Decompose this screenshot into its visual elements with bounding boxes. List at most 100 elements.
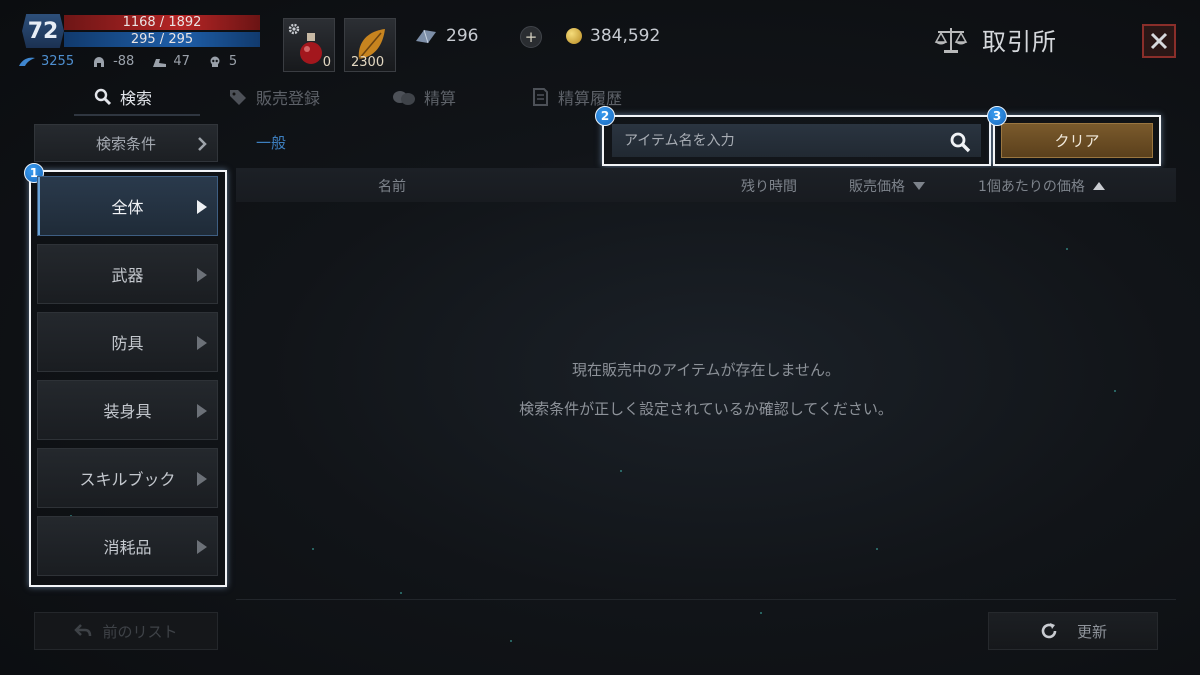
stat-attack: 3255: [18, 54, 74, 69]
quick-slot-potion[interactable]: 0: [283, 18, 335, 72]
callout-number-3: 3: [992, 109, 1002, 123]
search-field[interactable]: [612, 124, 981, 157]
results-list: 現在販売中のアイテムが存在しません。 検索条件が正しく設定されているか確認してく…: [236, 202, 1176, 600]
clear-highlight-frame: クリア: [993, 115, 1161, 166]
back-arrow-icon: [74, 624, 92, 637]
arrow-right-icon: [197, 200, 207, 214]
stat-speed: 47: [150, 54, 190, 69]
window-title: 取引所: [982, 28, 1057, 56]
search-criteria-label: 検索条件: [95, 134, 156, 153]
category-accessory[interactable]: 装身具: [37, 380, 218, 440]
category-armor-label: 防具: [111, 334, 144, 353]
mp-value: 295 / 295: [130, 32, 194, 47]
stat-kills: 5: [206, 54, 237, 69]
wing-icon: [19, 57, 35, 66]
sort-descending-icon: [913, 182, 925, 190]
stat-defense: -88: [90, 54, 134, 69]
leaf-count: 2300: [351, 55, 385, 70]
previous-list-button[interactable]: 前のリスト: [34, 612, 218, 650]
refresh-label: 更新: [1076, 622, 1107, 641]
clear-button-label: クリア: [1054, 132, 1100, 150]
stat-kills-value: 5: [228, 54, 238, 69]
tag-icon: [230, 90, 246, 105]
clear-button[interactable]: クリア: [1001, 123, 1153, 158]
chevron-right-icon: [198, 137, 207, 151]
helmet-icon: [94, 56, 105, 67]
callout-number-2: 2: [600, 109, 610, 123]
potion-icon: [300, 33, 322, 64]
tab-settlement-history-label: 精算履歴: [558, 89, 623, 108]
arrow-right-icon: [197, 404, 207, 418]
table-header: 名前 残り時間 販売価格 1個あたりの価格: [236, 168, 1176, 202]
column-name-label: 名前: [378, 179, 406, 195]
search-button[interactable]: [949, 131, 971, 157]
tab-sell-register-label: 販売登録: [256, 89, 321, 108]
scales-icon: [934, 27, 968, 53]
player-stats: 3255 -88 47 5: [18, 54, 237, 69]
category-armor[interactable]: 防具: [37, 312, 218, 372]
tab-settlement-label: 精算: [424, 89, 457, 108]
search-icon: [950, 132, 971, 153]
sort-ascending-icon: [1092, 182, 1105, 190]
tab-search-label: 検索: [120, 89, 153, 108]
close-icon: [1150, 32, 1168, 50]
arrow-right-icon: [197, 540, 207, 554]
arrow-right-icon: [197, 336, 207, 350]
history-icon: [533, 88, 548, 106]
callout-badge-3: 3: [987, 106, 1007, 126]
column-unit-price-label: 1個あたりの価格: [978, 179, 1085, 195]
gold-coin-icon: [566, 28, 582, 44]
arrow-right-icon: [197, 472, 207, 486]
category-all-label: 全体: [111, 198, 144, 217]
close-button[interactable]: [1142, 24, 1176, 58]
category-consumable-label: 消耗品: [103, 538, 152, 557]
column-remaining-time-label: 残り時間: [741, 179, 797, 195]
level-badge: 72: [22, 14, 64, 48]
column-unit-price[interactable]: 1個あたりの価格: [978, 176, 1105, 196]
column-remaining-time[interactable]: 残り時間: [741, 176, 797, 196]
gold-currency: 384,592: [566, 26, 660, 46]
quick-slot-leaf[interactable]: 2300: [344, 18, 396, 72]
mp-bar: 295 / 295: [64, 32, 260, 47]
gold-amount: 384,592: [590, 26, 661, 46]
crystal-currency: 296: [414, 26, 478, 46]
category-accessory-label: 装身具: [103, 402, 152, 421]
column-sale-price-label: 販売価格: [849, 179, 905, 195]
stat-attack-value: 3255: [41, 54, 75, 69]
previous-list-label: 前のリスト: [102, 622, 178, 641]
tab-settlement[interactable]: 精算: [392, 78, 456, 116]
arrow-right-icon: [197, 268, 207, 282]
hp-value: 1168 / 1892: [122, 15, 202, 30]
crystal-icon: [416, 29, 436, 44]
category-weapon[interactable]: 武器: [37, 244, 218, 304]
tab-search[interactable]: 検索: [94, 78, 152, 116]
column-sale-price[interactable]: 販売価格: [849, 176, 925, 196]
potion-count: 0: [322, 55, 331, 70]
category-skillbook-label: スキルブック: [79, 470, 176, 489]
refresh-icon: [1041, 623, 1057, 639]
crystal-amount: 296: [446, 26, 479, 46]
window-header: 取引所: [934, 22, 1057, 57]
item-name-input[interactable]: [624, 132, 924, 149]
subcategory-label[interactable]: 一般: [256, 132, 286, 153]
search-criteria-button[interactable]: 検索条件: [34, 124, 218, 162]
refresh-button[interactable]: 更新: [988, 612, 1158, 650]
hp-bar: 1168 / 1892: [64, 15, 260, 30]
search-highlight-frame: [602, 115, 991, 166]
add-currency-button[interactable]: +: [520, 26, 542, 48]
category-skillbook[interactable]: スキルブック: [37, 448, 218, 508]
category-weapon-label: 武器: [111, 266, 144, 285]
search-icon: [94, 88, 112, 106]
active-tab-indicator: [74, 114, 200, 116]
callout-badge-2: 2: [595, 106, 615, 126]
empty-message-line2: 検索条件が正しく設定されているか確認してください。: [519, 400, 893, 418]
coins-icon: [393, 91, 415, 105]
empty-message-line1: 現在販売中のアイテムが存在しません。: [571, 361, 841, 379]
level-value: 72: [27, 18, 59, 44]
category-consumable[interactable]: 消耗品: [37, 516, 218, 576]
boot-icon: [153, 58, 167, 67]
tab-sell-register[interactable]: 販売登録: [228, 78, 320, 116]
category-all[interactable]: 全体: [37, 176, 218, 236]
skull-icon: [210, 56, 220, 67]
column-name[interactable]: 名前: [378, 176, 406, 196]
